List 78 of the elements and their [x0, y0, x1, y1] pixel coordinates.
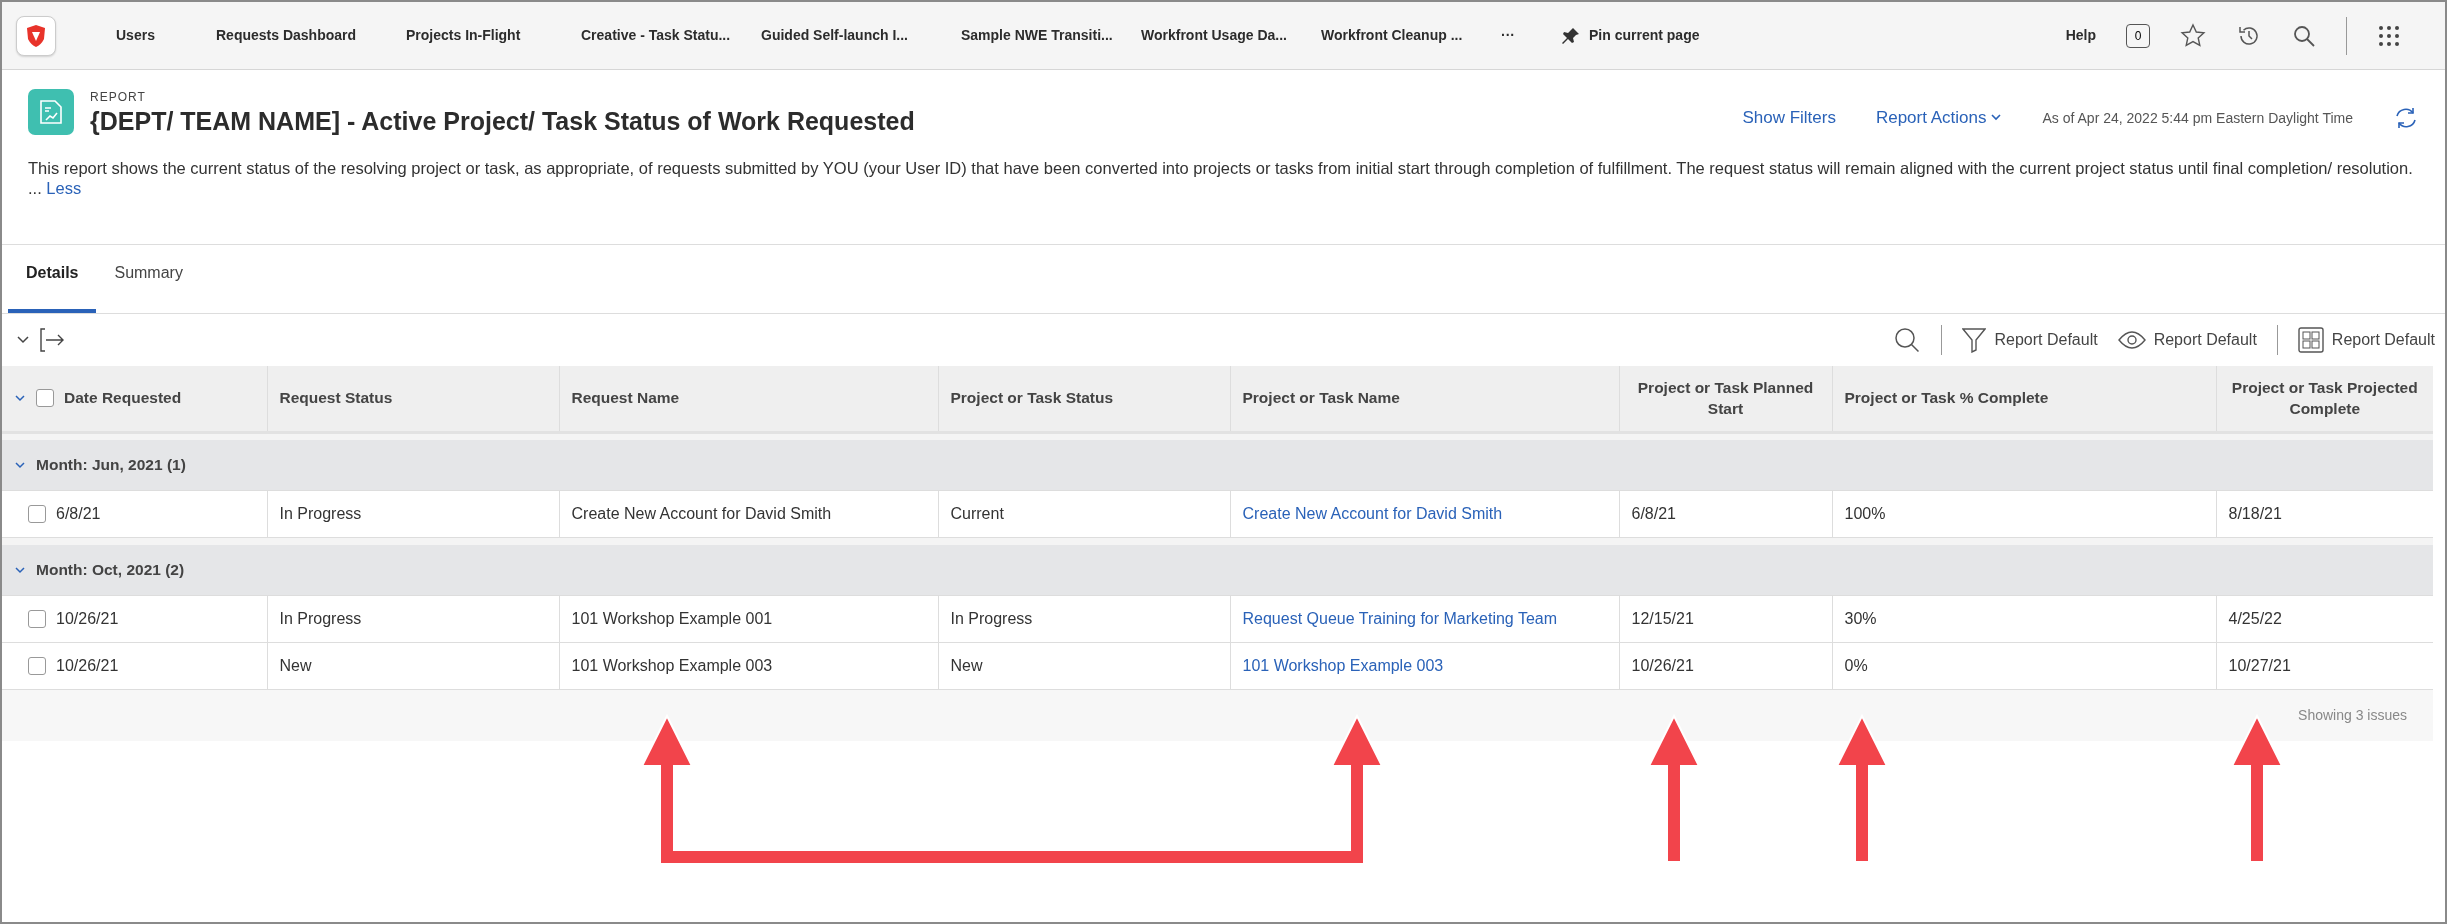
nav-link[interactable]: Projects In-Flight — [406, 25, 581, 46]
table-cell: 8/18/21 — [2228, 504, 2282, 522]
tab[interactable]: Details — [8, 261, 97, 314]
pin-icon — [1561, 25, 1581, 46]
shield-icon — [25, 23, 47, 48]
table-cell-text: 6/8/21 — [56, 503, 101, 524]
table-cell: In Progress — [279, 609, 362, 627]
table-cell-text: 10/26/21 — [56, 608, 119, 629]
export-button[interactable] — [38, 327, 66, 354]
report-label: REPORT — [90, 89, 147, 106]
table-link[interactable]: Create New Account for David Smith — [1242, 504, 1503, 522]
refresh-icon — [2393, 106, 2419, 130]
chevron-down-icon[interactable] — [14, 459, 26, 471]
table-link[interactable]: Request Queue Training for Marketing Team — [1242, 609, 1558, 627]
column-header[interactable]: Date Requested — [64, 388, 182, 409]
table-cell: 0% — [1844, 656, 1868, 674]
checkbox[interactable] — [28, 609, 46, 628]
app-logo[interactable] — [16, 15, 56, 56]
pin-button[interactable]: Pin current page — [1561, 25, 1700, 46]
table-cell: In Progress — [950, 609, 1033, 627]
search-button[interactable] — [2292, 23, 2316, 48]
chevron-down-icon[interactable] — [14, 564, 26, 576]
results-count: Showing 3 issues — [2298, 707, 2407, 723]
report-description: This report shows the current status of the resolving project or task, as appropriate, of requests submitted by YOU (your User ID) that have been converted into projects or tasks from initial start through completion of fulfillment. The request status will remain aligned with the current project status until final completion/ resolution. — [28, 158, 2414, 179]
table-cell: 6/8/21 — [1631, 504, 1676, 522]
table-cell: Create New Account for David Smith — [571, 504, 832, 522]
report-title: {DEPT/ TEAM NAME] - Active Project/ Task Status of Work Requested — [90, 106, 915, 136]
nav-link[interactable]: Users — [116, 25, 216, 46]
group-header[interactable]: Month: Oct, 2021 (2) — [36, 558, 185, 582]
nav-link[interactable]: Workfront Cleanup ... — [1321, 25, 1501, 46]
table-cell: New — [279, 656, 312, 674]
apps-button[interactable] — [2377, 23, 2401, 48]
grouping-button[interactable]: Report Default — [2297, 327, 2435, 354]
table-cell: In Progress — [279, 504, 362, 522]
notification-counter[interactable]: 0 — [2126, 23, 2150, 48]
more-button[interactable]: ··· — [1501, 25, 1561, 46]
refresh-button[interactable] — [2393, 106, 2419, 130]
show-filters-link[interactable]: Show Filters — [1742, 105, 1836, 131]
search-button[interactable] — [1893, 326, 1922, 355]
table-cell: 12/15/21 — [1631, 609, 1694, 627]
nav-link[interactable]: Guided Self-launch I... — [761, 25, 961, 46]
search-icon — [1893, 326, 1922, 355]
nav-link[interactable]: Creative - Task Statu... — [581, 25, 761, 46]
ellipsis: ... — [28, 179, 43, 198]
nav-link[interactable]: Workfront Usage Da... — [1141, 25, 1321, 46]
chart-doc-icon — [38, 99, 64, 125]
group-header[interactable]: Month: Jun, 2021 (1) — [36, 453, 186, 477]
nav-link[interactable]: Requests Dashboard — [216, 25, 406, 46]
eye-icon — [2117, 330, 2146, 351]
table-cell: 4/25/22 — [2228, 609, 2282, 627]
table-link[interactable]: 101 Workshop Example 003 — [1242, 656, 1444, 674]
nav-link[interactable]: Sample NWE Transiti... — [961, 25, 1141, 46]
checkbox[interactable] — [28, 504, 46, 523]
help-link[interactable]: Help — [2065, 25, 2096, 46]
view-button[interactable]: Report Default — [2117, 328, 2257, 353]
star-icon — [2180, 22, 2206, 49]
favorite-button[interactable] — [2180, 22, 2206, 49]
table-cell: 10/27/21 — [2228, 656, 2291, 674]
grid-icon — [2297, 327, 2324, 354]
tab[interactable]: Summary — [96, 261, 201, 314]
timestamp: As of Apr 24, 2022 5:44 pm Eastern Daylight Time — [2042, 108, 2353, 128]
table-cell: 101 Workshop Example 001 — [571, 609, 773, 627]
filter-icon — [1962, 327, 1987, 354]
table-cell: 100% — [1844, 504, 1886, 522]
checkbox[interactable] — [28, 656, 46, 675]
arrow-into-bracket-icon — [38, 327, 66, 354]
table-cell: Current — [950, 504, 1004, 522]
less-link[interactable]: Less — [46, 179, 82, 198]
table-cell: 30% — [1844, 609, 1877, 627]
table-cell: New — [950, 656, 983, 674]
report-actions-button[interactable]: Report Actions — [1875, 105, 2003, 131]
filter-button[interactable]: Report Default — [1962, 327, 2098, 354]
table-cell: 101 Workshop Example 003 — [571, 656, 773, 674]
table-cell: 10/26/21 — [1631, 656, 1694, 674]
checkbox[interactable] — [36, 389, 54, 408]
grid-icon — [2377, 23, 2401, 48]
search-icon — [2292, 23, 2316, 48]
table-cell-text: 10/26/21 — [56, 655, 119, 676]
